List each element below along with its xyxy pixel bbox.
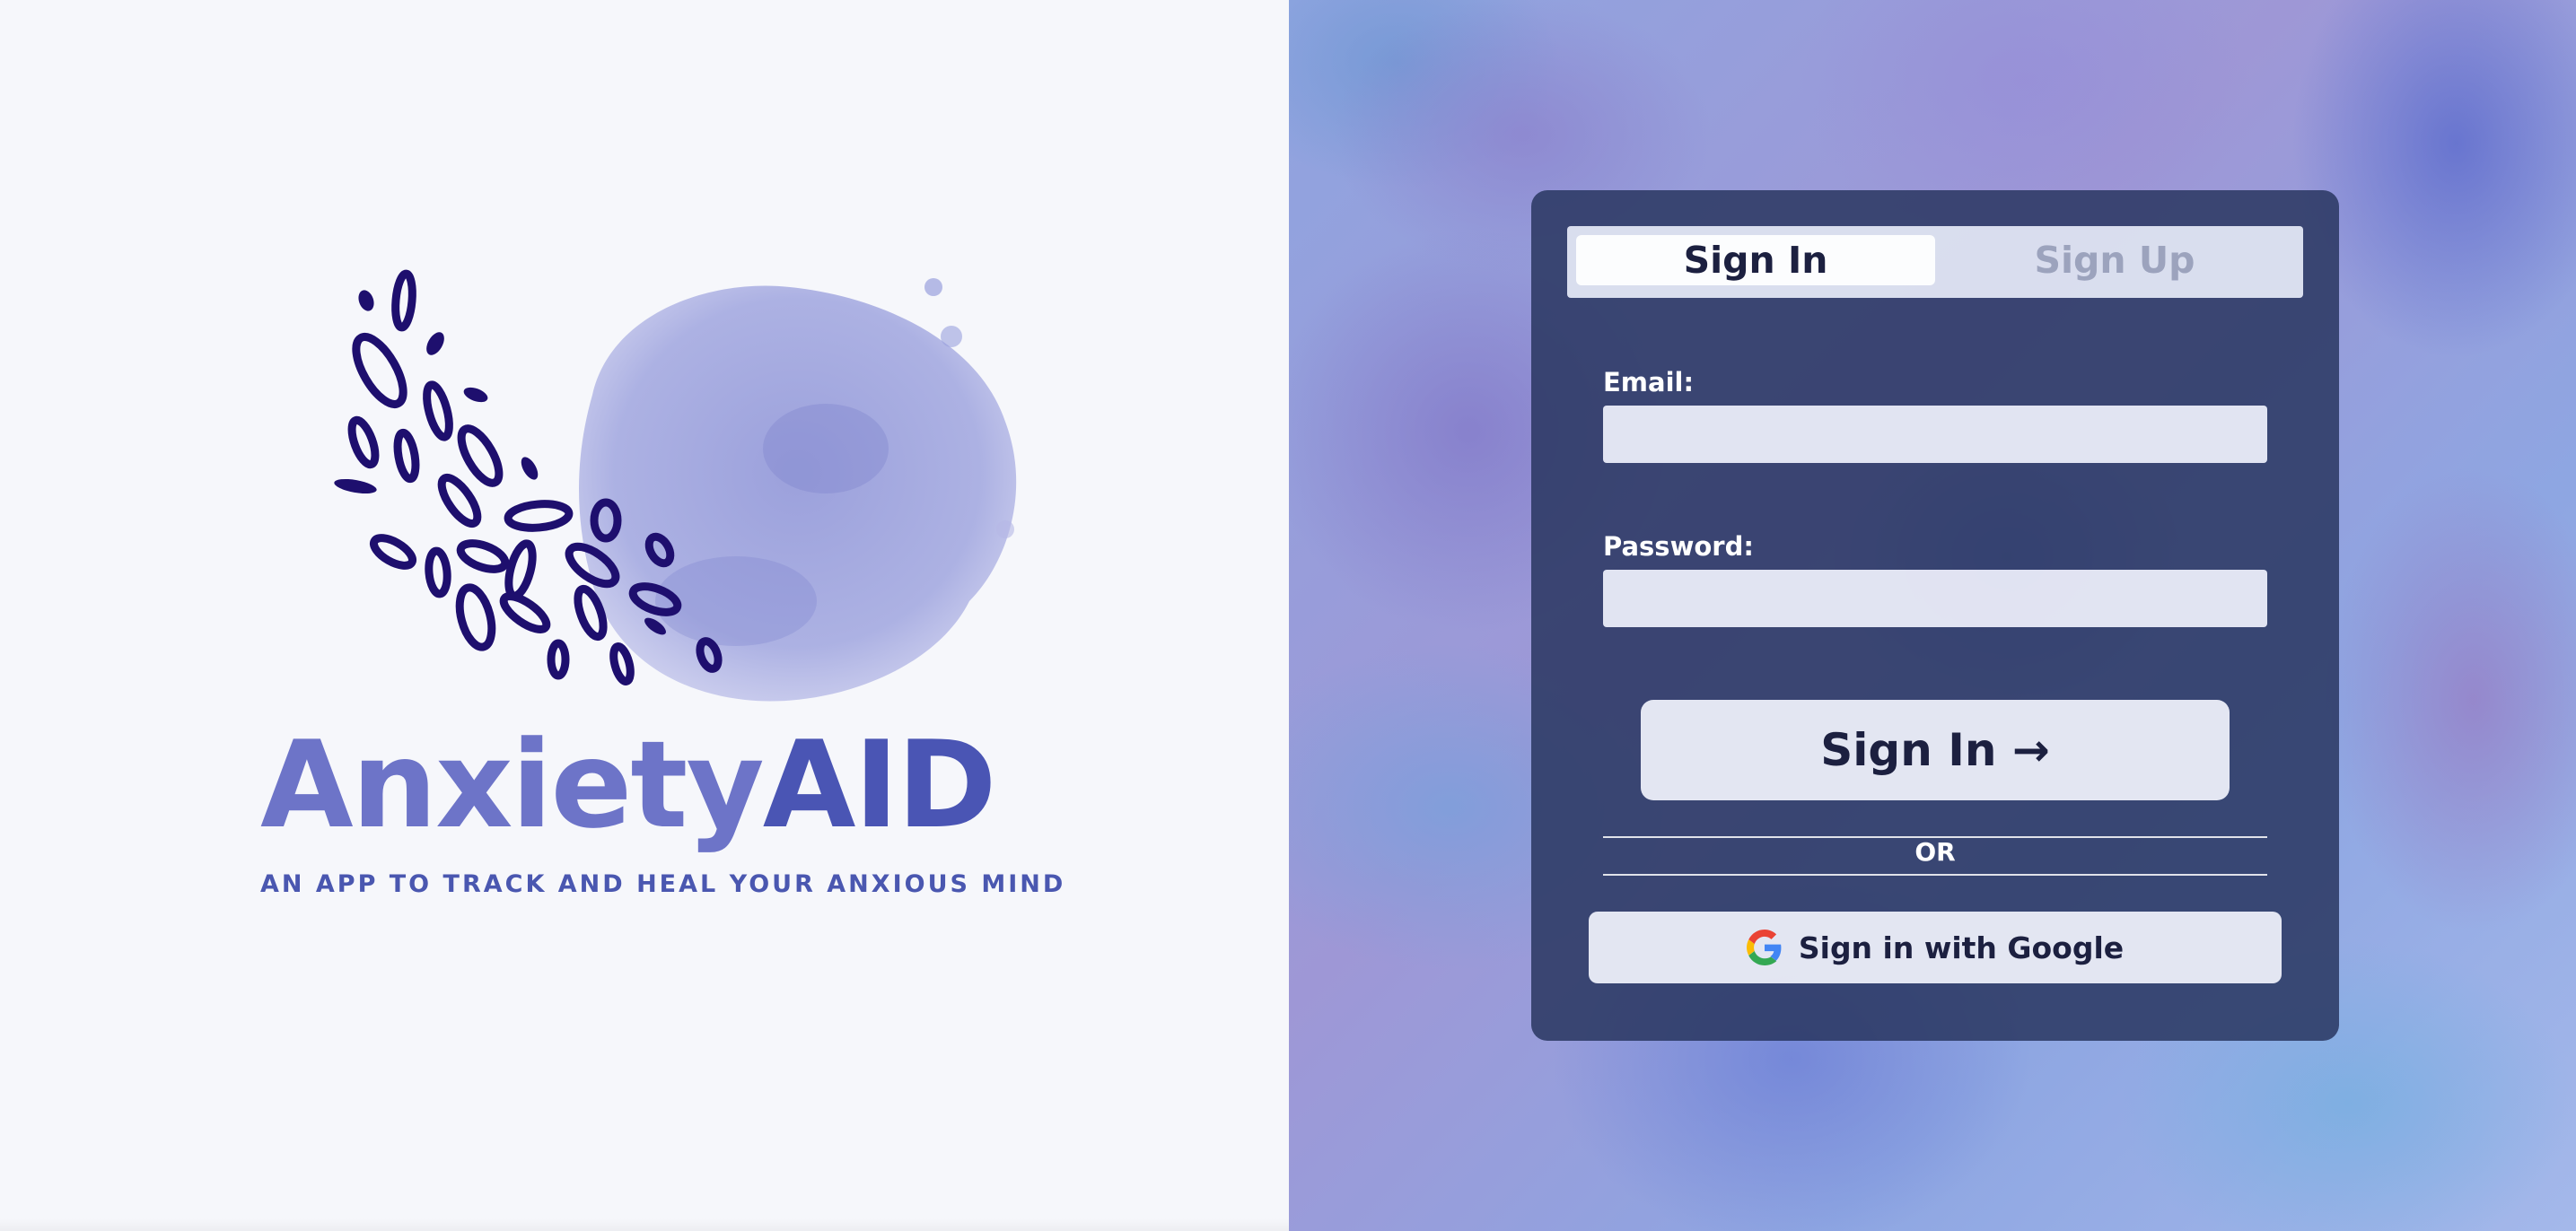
google-sign-in-button[interactable]: Sign in with Google: [1589, 912, 2282, 983]
auth-panel: Sign In Sign Up Email: Password: Sign In…: [1289, 0, 2576, 1231]
anxietyaid-logo-icon: [334, 269, 1017, 702]
google-sign-in-label: Sign in with Google: [1798, 930, 2125, 965]
email-field[interactable]: [1603, 406, 2267, 463]
sign-in-button[interactable]: Sign In →: [1641, 700, 2230, 800]
sign-in-card: Sign In Sign Up Email: Password: Sign In…: [1531, 190, 2339, 1041]
google-g-icon: [1746, 930, 1782, 965]
branding-panel: AnxietyAID AN APP TO TRACK AND HEAL YOUR…: [0, 0, 1289, 1231]
app-title-part2: AID: [762, 715, 997, 855]
panel-shadow: [0, 1218, 1289, 1231]
app-title: AnxietyAID: [260, 718, 1050, 852]
auth-tabs: Sign In Sign Up: [1567, 226, 2303, 298]
password-label: Password:: [1603, 531, 1754, 562]
app-tagline: AN APP TO TRACK AND HEAL YOUR ANXIOUS MI…: [260, 870, 1066, 898]
email-label: Email:: [1603, 367, 1695, 397]
tab-sign-in[interactable]: Sign In: [1576, 235, 1935, 285]
divider-line-bottom: [1603, 874, 2267, 876]
app-title-part1: Anxiety: [260, 715, 765, 855]
password-field[interactable]: [1603, 570, 2267, 627]
divider-or: OR: [1914, 837, 1956, 867]
tab-sign-up[interactable]: Sign Up: [1935, 235, 2294, 285]
